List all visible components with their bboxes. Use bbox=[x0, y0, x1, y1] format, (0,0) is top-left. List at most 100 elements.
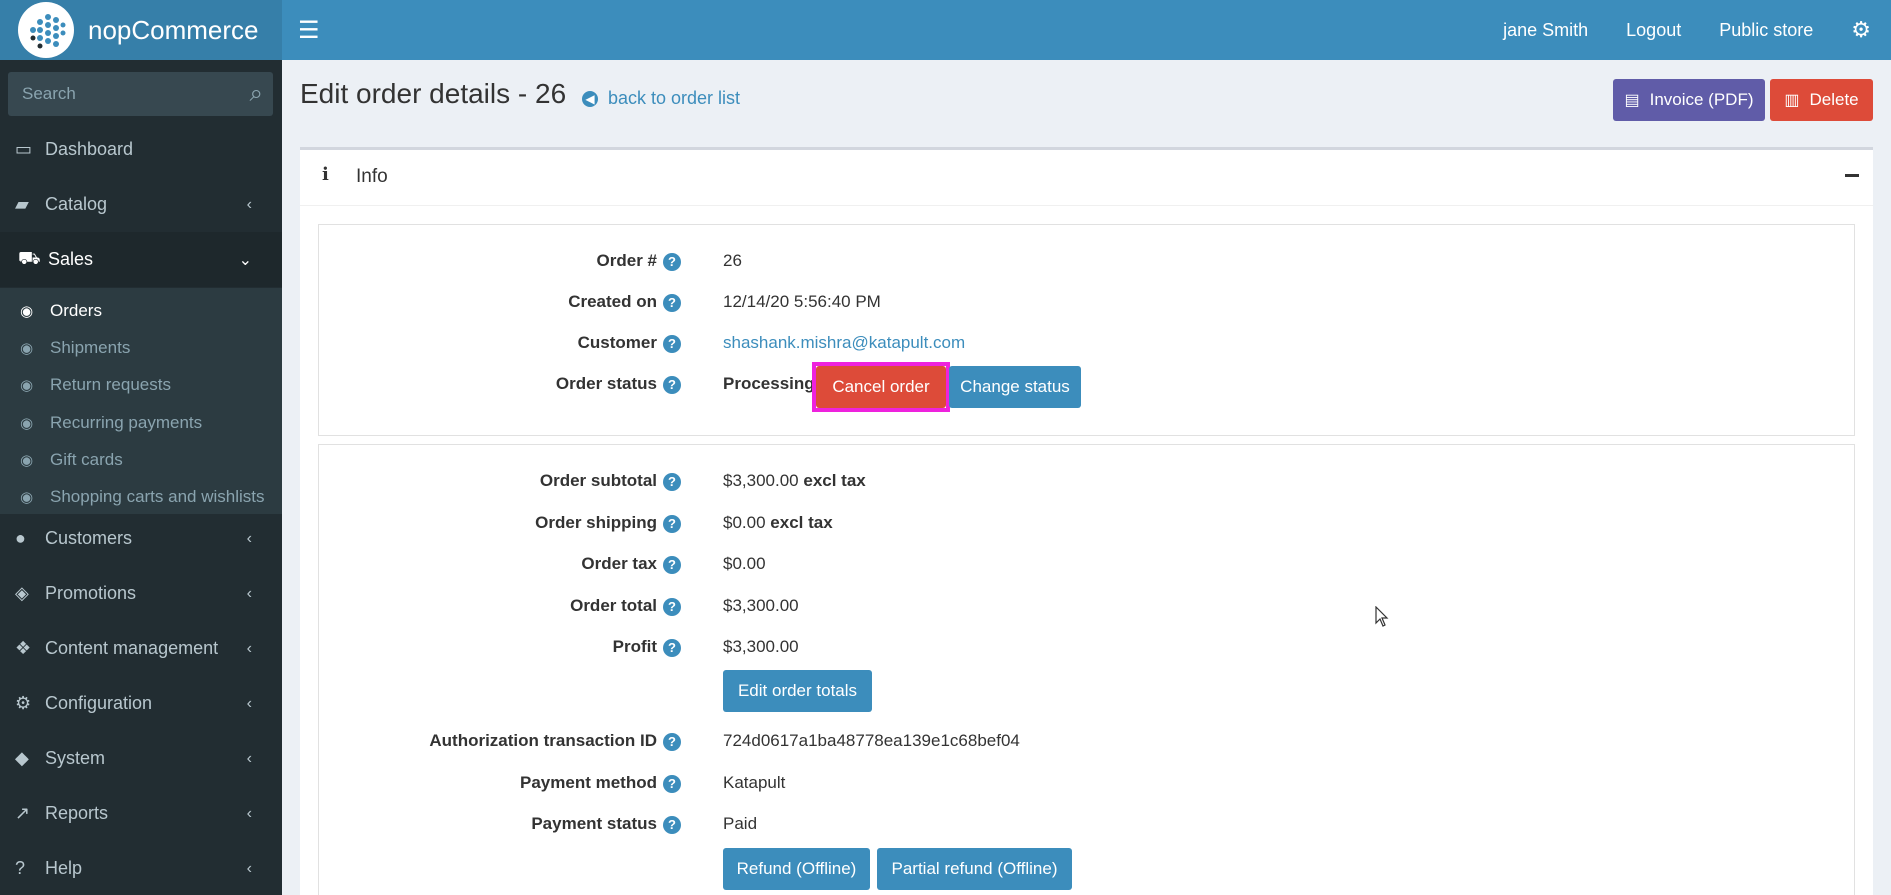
order-info-box: Order # ? 26 Created on ? 12/14/20 5:56:… bbox=[318, 224, 1855, 436]
help-icon[interactable]: ? bbox=[663, 473, 681, 491]
chevron-left-icon: ‹ bbox=[246, 584, 252, 602]
chevron-left-icon: ‹ bbox=[246, 529, 252, 547]
sidebar-item-system[interactable]: ◆ System ‹ bbox=[0, 731, 282, 786]
sidebar-item-configuration[interactable]: ⚙ Configuration ‹ bbox=[0, 676, 282, 731]
order-status-row: Order status ? Processing bbox=[319, 366, 1856, 416]
help-icon[interactable]: ? bbox=[663, 733, 681, 751]
order-status-value: Processing bbox=[723, 374, 815, 393]
help-icon[interactable]: ? bbox=[663, 376, 681, 394]
authorization-id-row: Authorization transaction ID ? 724d0617a… bbox=[319, 723, 1856, 759]
cube-icon: ◆ bbox=[15, 748, 29, 768]
cart-icon: ⛟ bbox=[18, 247, 41, 268]
sidebar-item-customers[interactable]: ● Customers ‹ bbox=[0, 511, 282, 566]
customer-email-link[interactable]: shashank.mishra@katapult.com bbox=[723, 333, 965, 353]
page-title: Edit order details - 26 bbox=[300, 78, 567, 109]
sidebar-item-promotions[interactable]: ◈ Promotions ‹ bbox=[0, 566, 282, 621]
sidebar-item-content-management[interactable]: ❖ Content management ‹ bbox=[0, 621, 282, 676]
cancel-order-button[interactable]: Cancel order bbox=[816, 366, 946, 408]
help-icon[interactable]: ? bbox=[663, 775, 681, 793]
search-input[interactable] bbox=[8, 72, 228, 116]
circle-icon: ◉ bbox=[20, 488, 34, 506]
pdf-file-icon: ▤ bbox=[1624, 92, 1640, 109]
subitem-label: Gift cards bbox=[50, 449, 123, 469]
help-icon[interactable]: ? bbox=[663, 556, 681, 574]
sidebar-subitem-shipments[interactable]: ◉ Shipments bbox=[0, 329, 282, 366]
chevron-left-icon: ‹ bbox=[246, 804, 252, 822]
search-icon[interactable]: ⌕ bbox=[250, 80, 263, 108]
order-subtotal-value: $3,300.00 excl tax bbox=[723, 471, 866, 491]
chevron-left-icon: ‹ bbox=[246, 639, 252, 657]
gear-icon[interactable]: ⚙ bbox=[1851, 17, 1871, 43]
sidebar-item-reports[interactable]: ↗ Reports ‹ bbox=[0, 786, 282, 841]
invoice-pdf-button[interactable]: ▤ Invoice (PDF) bbox=[1613, 79, 1765, 121]
tags-icon: ◈ bbox=[15, 583, 29, 603]
sidebar-item-sales[interactable]: ⛟ Sales ⌄ bbox=[0, 232, 282, 287]
sidebar-item-catalog[interactable]: ▰ Catalog ‹ bbox=[0, 177, 282, 232]
field-label: Order tax bbox=[581, 554, 657, 573]
profit-row: Profit ? $3,300.00 bbox=[319, 629, 1856, 665]
order-number-row: Order # ? 26 bbox=[319, 243, 1856, 279]
field-label: Order status bbox=[555, 374, 657, 393]
monitor-icon: ▭ bbox=[15, 139, 33, 159]
circle-icon: ◉ bbox=[20, 302, 34, 320]
logout-link[interactable]: Logout bbox=[1626, 20, 1681, 41]
order-subtotal-row: Order subtotal ? $3,300.00 excl tax bbox=[319, 463, 1856, 499]
delete-button[interactable]: ▥ Delete bbox=[1770, 79, 1873, 121]
subitem-label: Return requests bbox=[50, 374, 171, 394]
sidebar: ⌕ ▭ Dashboard ▰ Catalog ‹ ⛟ Sales ⌄ ◉ Or… bbox=[0, 60, 282, 895]
sidebar-item-label: System bbox=[45, 748, 106, 768]
sidebar-item-dashboard[interactable]: ▭ Dashboard bbox=[0, 122, 282, 177]
sidebar-subitem-return-requests[interactable]: ◉ Return requests bbox=[0, 366, 282, 403]
subitem-label: Recurring payments bbox=[50, 412, 203, 432]
order-total-row: Order total ? $3,300.00 bbox=[319, 588, 1856, 624]
logo-text: nopCommerce bbox=[88, 14, 259, 45]
sidebar-subitem-recurring-payments[interactable]: ◉ Recurring payments bbox=[0, 404, 282, 441]
sidebar-subitem-orders[interactable]: ◉ Orders bbox=[0, 292, 282, 329]
profit-value: $3,300.00 bbox=[723, 637, 799, 656]
delete-button-label: Delete bbox=[1809, 90, 1859, 109]
invoice-button-label: Invoice (PDF) bbox=[1649, 90, 1754, 109]
sidebar-item-label: Configuration bbox=[45, 693, 153, 713]
subtotal-suffix: excl tax bbox=[803, 471, 866, 490]
hamburger-icon[interactable]: ☰ bbox=[298, 16, 320, 45]
sidebar-item-help[interactable]: ? Help ‹ bbox=[0, 841, 282, 895]
public-store-link[interactable]: Public store bbox=[1719, 20, 1813, 41]
order-shipping-row: Order shipping ? $0.00 excl tax bbox=[319, 505, 1856, 541]
sidebar-item-label: Help bbox=[45, 858, 83, 878]
circle-icon: ◉ bbox=[20, 339, 34, 357]
chevron-down-icon: ⌄ bbox=[238, 251, 252, 269]
help-icon[interactable]: ? bbox=[663, 515, 681, 533]
cubes-icon: ❖ bbox=[15, 638, 32, 658]
collapse-icon[interactable] bbox=[1845, 174, 1859, 177]
refund-offline-button[interactable]: Refund (Offline) bbox=[723, 848, 870, 890]
field-label: Payment method bbox=[520, 773, 657, 792]
created-on-value: 12/14/20 5:56:40 PM bbox=[723, 292, 881, 311]
order-tax-row: Order tax ? $0.00 bbox=[319, 546, 1856, 582]
sidebar-subitem-gift-cards[interactable]: ◉ Gift cards bbox=[0, 441, 282, 478]
circle-icon: ◉ bbox=[20, 451, 34, 469]
logo-icon bbox=[18, 2, 74, 58]
help-icon[interactable]: ? bbox=[663, 294, 681, 312]
back-link-label: back to order list bbox=[608, 88, 741, 108]
info-panel-header[interactable]: i Info bbox=[300, 150, 1873, 206]
user-name-link[interactable]: jane Smith bbox=[1503, 20, 1588, 41]
back-to-order-list-link[interactable]: ◀ back to order list bbox=[582, 88, 740, 109]
sidebar-subitem-shopping-carts[interactable]: ◉ Shopping carts and wishlists bbox=[0, 478, 282, 515]
sidebar-item-label: Customers bbox=[45, 528, 133, 548]
help-icon[interactable]: ? bbox=[663, 335, 681, 353]
help-icon[interactable]: ? bbox=[663, 639, 681, 657]
payment-method-value: Katapult bbox=[723, 773, 786, 792]
edit-order-totals-button[interactable]: Edit order totals bbox=[723, 670, 872, 712]
sidebar-search: ⌕ bbox=[8, 72, 273, 116]
help-icon[interactable]: ? bbox=[663, 816, 681, 834]
top-nav: jane Smith Logout Public store ⚙ bbox=[1503, 0, 1891, 60]
change-status-button[interactable]: Change status bbox=[949, 366, 1081, 408]
logo[interactable]: nopCommerce bbox=[0, 0, 282, 60]
help-icon[interactable]: ? bbox=[663, 253, 681, 271]
help-icon[interactable]: ? bbox=[663, 598, 681, 616]
question-icon: ? bbox=[15, 858, 26, 878]
partial-refund-offline-button[interactable]: Partial refund (Offline) bbox=[877, 848, 1072, 890]
order-total-value: $3,300.00 bbox=[723, 596, 799, 615]
subitem-label: Shopping carts and wishlists bbox=[50, 486, 265, 506]
info-icon: i bbox=[322, 164, 329, 185]
